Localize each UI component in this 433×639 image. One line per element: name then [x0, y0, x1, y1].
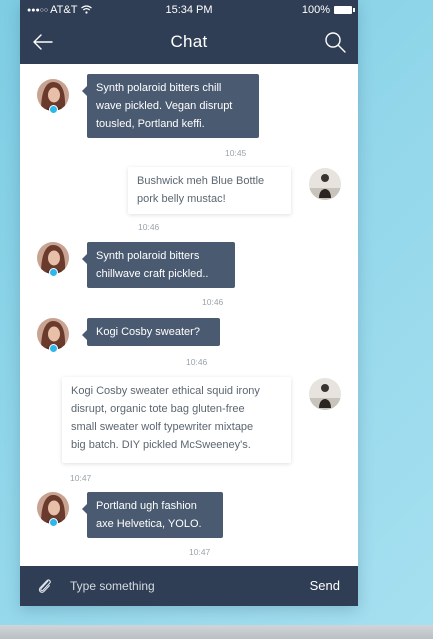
message-bubble-incoming: Kogi Cosby sweater?	[82, 318, 220, 346]
message-line: Portland ugh fashion	[96, 500, 197, 512]
message-line: Kogi Cosby sweater ethical squid irony	[71, 385, 260, 397]
avatar-woman[interactable]	[37, 79, 69, 114]
battery-icon	[334, 6, 355, 14]
message-line: Synth polaroid bitters	[96, 250, 200, 262]
message-line: pork belly mustac!	[137, 193, 226, 205]
message-bubble-incoming: Synth polaroid bitters chillwave craft p…	[82, 242, 235, 288]
page-title: Chat	[170, 32, 208, 51]
search-icon	[325, 32, 346, 53]
message-line: small sweater wolf typewriter mixtape	[71, 421, 254, 433]
avatar-woman[interactable]	[37, 242, 69, 277]
background-strip	[0, 625, 433, 639]
composer-bar: Send	[20, 566, 358, 606]
message-timestamp: 10:46	[138, 222, 160, 232]
message-line: tousled, Portland keffi.	[96, 118, 205, 130]
message-line: chillwave craft pickled..	[96, 268, 209, 280]
message-line: Bushwick meh Blue Bottle	[137, 175, 265, 187]
message-line: Kogi Cosby sweater?	[96, 326, 200, 338]
message-timestamp: 10:46	[202, 297, 224, 307]
avatar-man[interactable]	[309, 378, 341, 410]
nav-bar: Chat	[20, 20, 358, 64]
status-bar: ●●●○○ AT&T 15:34 PM 100%	[20, 0, 358, 20]
message-line: disrupt, organic tote bag gluten-free	[71, 403, 245, 415]
paperclip-icon	[38, 579, 51, 593]
message-bubble-outgoing: Bushwick meh Blue Bottle pork belly must…	[128, 167, 291, 214]
message-input[interactable]	[70, 576, 280, 596]
message-timestamp: 10:46	[186, 357, 208, 367]
message-line: axe Helvetica, YOLO.	[96, 518, 202, 530]
avatar-man[interactable]	[309, 168, 341, 200]
battery-info: 100%	[301, 4, 355, 16]
avatar-woman[interactable]	[37, 318, 69, 353]
message-list: Synth polaroid bitters chill wave pickle…	[20, 64, 358, 566]
online-status-dot	[49, 105, 58, 114]
online-status-dot	[49, 344, 58, 353]
message-line: big batch. DIY pickled McSweeney's.	[71, 439, 251, 451]
message-timestamp: 10:47	[70, 473, 92, 483]
online-status-dot	[49, 268, 58, 277]
message-timestamp: 10:45	[225, 148, 247, 158]
message-bubble-incoming: Portland ugh fashion axe Helvetica, YOLO…	[82, 492, 223, 538]
message-line: wave pickled. Vegan disrupt	[96, 100, 233, 112]
message-bubble-incoming: Synth polaroid bitters chill wave pickle…	[82, 74, 259, 138]
avatar-woman[interactable]	[37, 492, 69, 527]
message-bubble-outgoing: Kogi Cosby sweater ethical squid irony d…	[62, 377, 291, 463]
send-button[interactable]: Send	[310, 578, 340, 593]
online-status-dot	[49, 518, 58, 527]
avatar-man-image	[309, 378, 341, 410]
search-button[interactable]	[322, 29, 348, 55]
phone-screen: ●●●○○ AT&T 15:34 PM 100% Chat Synth pola…	[20, 0, 358, 606]
message-timestamp: 10:47	[189, 547, 211, 557]
battery-percentage: 100%	[301, 4, 330, 16]
avatar-man-image	[309, 168, 341, 200]
attach-button[interactable]	[36, 577, 54, 595]
message-line: Synth polaroid bitters chill	[96, 82, 222, 94]
